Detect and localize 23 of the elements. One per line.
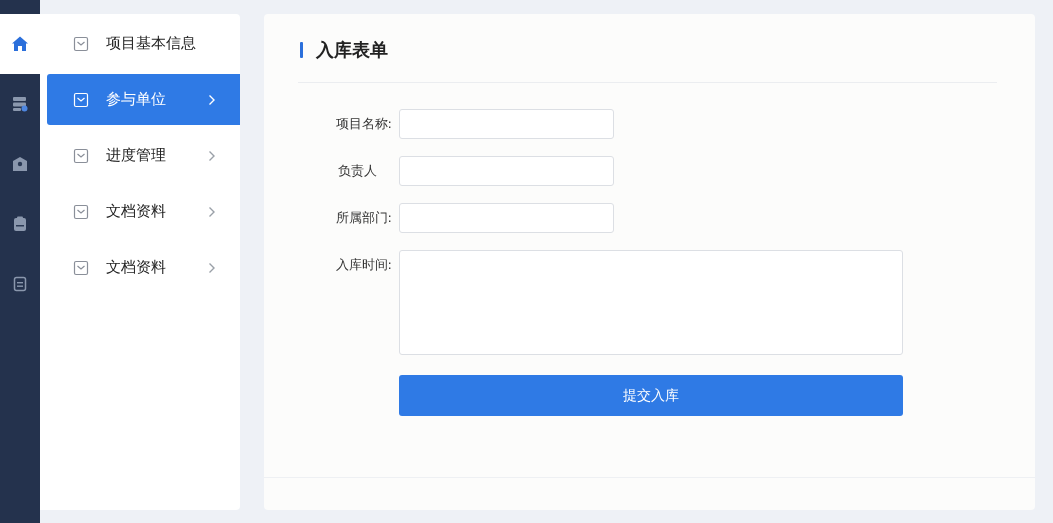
chevron-right-icon — [208, 205, 216, 218]
box-icon — [12, 156, 28, 172]
menu-item[interactable]: 进度管理 — [47, 130, 240, 181]
chevron-right-icon — [208, 261, 216, 274]
chevron-right-icon — [208, 93, 216, 106]
field-label: 所属部门: — [334, 209, 393, 227]
menu-item[interactable]: 参与单位 — [47, 74, 240, 125]
clipboard-icon — [12, 216, 28, 232]
menu-item[interactable]: 文档资料 — [47, 186, 240, 237]
field-label: 入库时间: — [334, 256, 393, 274]
form-title: 入库表单 — [316, 38, 388, 62]
server-icon — [12, 96, 28, 112]
field-label: 负责人 — [337, 162, 378, 180]
input-field[interactable] — [399, 203, 614, 233]
menu-item[interactable]: 项目基本信息 — [47, 18, 240, 69]
title-accent — [300, 42, 303, 58]
submit-button[interactable]: 提交入库 — [399, 375, 903, 416]
field-label: 项目名称: — [334, 115, 393, 133]
menu-item[interactable]: 文档资料 — [47, 242, 240, 293]
input-field[interactable] — [399, 156, 614, 186]
input-field[interactable] — [399, 109, 614, 139]
chevron-right-icon — [208, 149, 216, 162]
home-icon — [11, 35, 29, 53]
